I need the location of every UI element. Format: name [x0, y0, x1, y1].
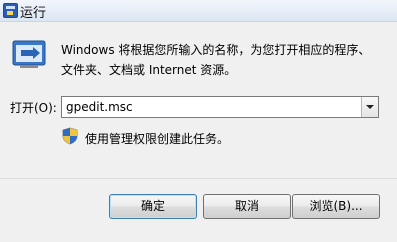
open-input[interactable] — [64, 98, 358, 116]
shield-icon — [62, 127, 78, 145]
title-bar: 运行 — [0, 0, 397, 22]
run-app-icon — [3, 3, 18, 18]
footer-divider — [0, 178, 397, 179]
cancel-button[interactable]: 取消 — [203, 194, 291, 219]
run-icon — [12, 40, 46, 68]
open-label: 打开(O): — [10, 101, 57, 115]
dialog-description: Windows 将根据您所输入的名称，为您打开相应的程序、文件夹、文档或 Int… — [61, 43, 371, 77]
dropdown-arrow-icon[interactable] — [361, 97, 378, 117]
ok-button[interactable]: 确定 — [109, 194, 197, 219]
browse-button[interactable]: 浏览(B)... — [292, 194, 380, 219]
open-combobox[interactable] — [61, 96, 379, 118]
window-title: 运行 — [20, 6, 47, 21]
admin-notice: 使用管理权限创建此任务。 — [85, 132, 230, 146]
